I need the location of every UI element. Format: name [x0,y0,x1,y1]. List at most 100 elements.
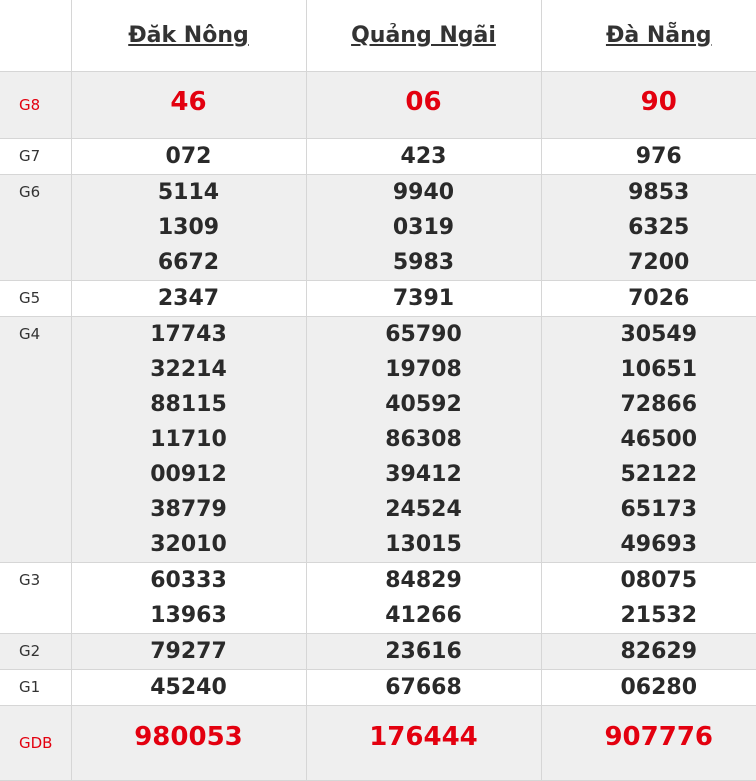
result-number: 32010 [72,527,306,562]
result-number: 976 [542,139,756,174]
result-cell: 65790197084059286308394122452413015 [306,317,541,563]
result-number: 9940 [307,175,541,210]
result-cell: 45240 [71,670,306,706]
province-name[interactable]: Quảng Ngãi [351,23,496,48]
prize-row-g7: G7072423976 [0,139,756,175]
result-cell: 06280 [541,670,756,706]
result-number: 6672 [72,245,306,280]
result-cell: 985363257200 [541,175,756,281]
result-number: 1309 [72,210,306,245]
prize-label: G1 [0,670,71,706]
result-cell: 0807521532 [541,563,756,634]
result-cell: 6033313963 [71,563,306,634]
result-number: 5983 [307,245,541,280]
result-cell: 980053 [71,706,306,781]
result-cell: 79277 [71,634,306,670]
prize-label: G2 [0,634,71,670]
result-number: 67668 [307,670,541,705]
province-header-dak-nong[interactable]: Đăk Nông [71,0,306,72]
result-cell: 82629 [541,634,756,670]
result-cell: 7026 [541,281,756,317]
result-number: 9853 [542,175,756,210]
result-cell: 90 [541,72,756,139]
result-number: 980053 [72,706,306,768]
prize-row-g3: G3603331396384829412660807521532 [0,563,756,634]
result-number: 072 [72,139,306,174]
prize-label: GDB [0,706,71,781]
result-cell: 8482941266 [306,563,541,634]
result-number: 5114 [72,175,306,210]
result-number: 907776 [542,706,756,768]
result-number: 72866 [542,387,756,422]
result-cell: 7391 [306,281,541,317]
result-number: 06280 [542,670,756,705]
result-number: 6325 [542,210,756,245]
province-name[interactable]: Đăk Nông [128,23,249,48]
result-number: 00912 [72,457,306,492]
result-number: 06 [307,72,541,132]
result-cell: 30549106517286646500521226517349693 [541,317,756,563]
result-number: 90 [542,72,756,132]
province-header-quang-ngai[interactable]: Quảng Ngãi [306,0,541,72]
province-header-da-nang[interactable]: Đà Nẵng [541,0,756,72]
result-number: 7200 [542,245,756,280]
result-number: 86308 [307,422,541,457]
result-number: 0319 [307,210,541,245]
result-number: 65173 [542,492,756,527]
result-number: 52122 [542,457,756,492]
prize-row-g1: G1452406766806280 [0,670,756,706]
result-number: 38779 [72,492,306,527]
header-row: Đăk Nông Quảng Ngãi Đà Nẵng [0,0,756,72]
prize-row-g5: G5234773917026 [0,281,756,317]
result-cell: 06 [306,72,541,139]
prize-label: G7 [0,139,71,175]
result-number: 79277 [72,634,306,669]
result-cell: 2347 [71,281,306,317]
result-number: 65790 [307,317,541,352]
result-number: 46500 [542,422,756,457]
result-cell: 072 [71,139,306,175]
result-number: 7391 [307,281,541,316]
result-cell: 23616 [306,634,541,670]
prize-row-g6: G6511413096672994003195983985363257200 [0,175,756,281]
result-number: 21532 [542,598,756,633]
result-number: 2347 [72,281,306,316]
result-cell: 907776 [541,706,756,781]
result-number: 23616 [307,634,541,669]
result-number: 39412 [307,457,541,492]
result-cell: 67668 [306,670,541,706]
result-number: 88115 [72,387,306,422]
result-number: 24524 [307,492,541,527]
results-body: G8460690G7072423976G65114130966729940031… [0,72,756,781]
result-cell: 17743322148811511710009123877932010 [71,317,306,563]
province-name[interactable]: Đà Nẵng [606,23,712,48]
result-number: 40592 [307,387,541,422]
result-number: 49693 [542,527,756,562]
result-cell: 511413096672 [71,175,306,281]
result-number: 46 [72,72,306,132]
result-number: 45240 [72,670,306,705]
result-number: 10651 [542,352,756,387]
result-cell: 176444 [306,706,541,781]
result-number: 7026 [542,281,756,316]
prize-label: G8 [0,72,71,139]
prize-label: G6 [0,175,71,281]
result-number: 17743 [72,317,306,352]
result-cell: 994003195983 [306,175,541,281]
prize-row-g4: G417743322148811511710009123877932010657… [0,317,756,563]
lottery-results-table: Đăk Nông Quảng Ngãi Đà Nẵng G8460690G707… [0,0,756,781]
result-number: 19708 [307,352,541,387]
result-number: 423 [307,139,541,174]
result-number: 32214 [72,352,306,387]
result-number: 82629 [542,634,756,669]
prize-row-gdb: GDB980053176444907776 [0,706,756,781]
result-cell: 976 [541,139,756,175]
result-number: 30549 [542,317,756,352]
header-corner-cell [0,0,71,72]
prize-label: G5 [0,281,71,317]
result-number: 11710 [72,422,306,457]
prize-row-g8: G8460690 [0,72,756,139]
prize-label: G4 [0,317,71,563]
result-number: 84829 [307,563,541,598]
result-number: 41266 [307,598,541,633]
